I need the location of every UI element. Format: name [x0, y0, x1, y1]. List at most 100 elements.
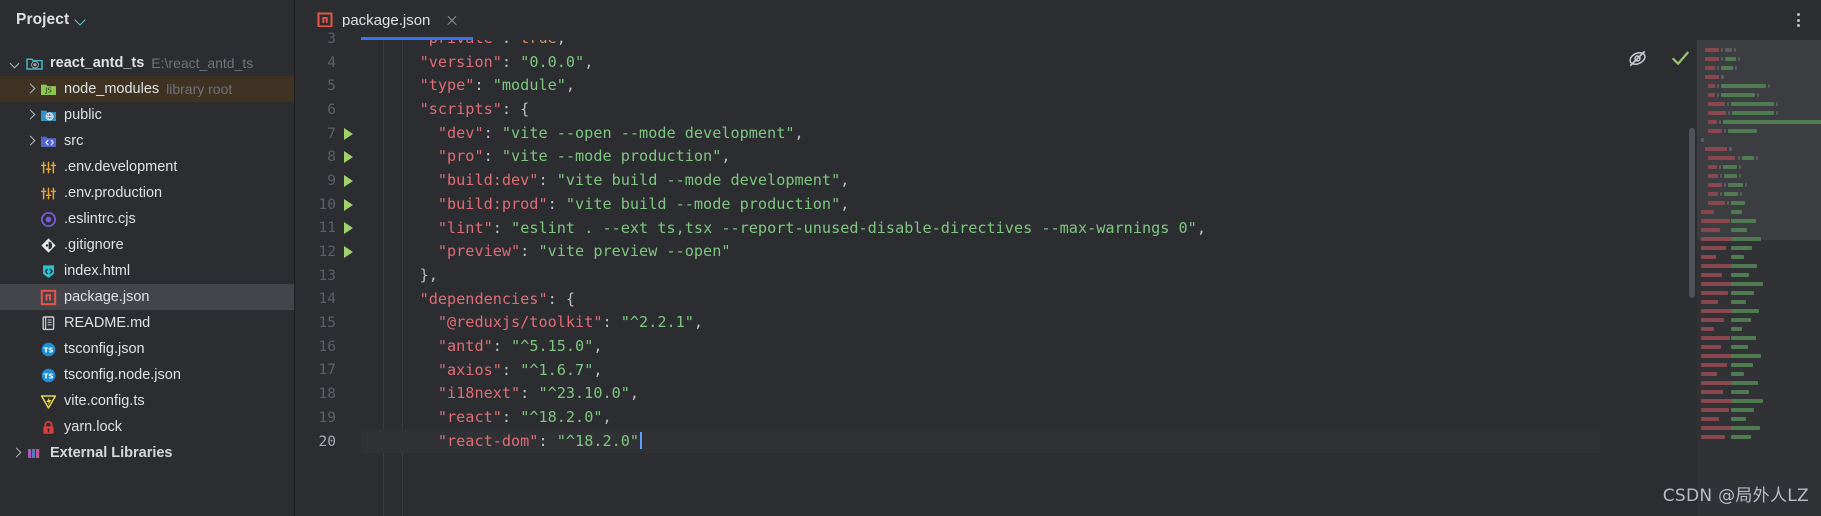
- minimap-token: [1731, 237, 1761, 241]
- minimap-token: [1726, 102, 1729, 106]
- minimap-token: [1721, 84, 1767, 88]
- line-number-gutter: 3 4 5 6 7 8 9 10 11 12 13 14 15 16 17 18 19 20: [295, 27, 361, 516]
- tree-item-label: public: [64, 107, 102, 123]
- gutter-line[interactable]: 13: [295, 264, 361, 288]
- minimap-token: [1776, 102, 1779, 106]
- project-tool-window-header[interactable]: Project: [0, 0, 294, 40]
- tree-item--env-production[interactable]: .env.production: [0, 180, 294, 206]
- code-token: "build:prod": [437, 194, 548, 213]
- run-script-icon[interactable]: [343, 174, 355, 187]
- chevron-right-icon[interactable]: [22, 133, 38, 149]
- tree-item-external-libraries[interactable]: External Libraries: [0, 440, 294, 466]
- tree-item-index-html[interactable]: index.html: [0, 258, 294, 284]
- code-token: ,: [794, 123, 804, 142]
- svg-text:JS: JS: [44, 86, 52, 94]
- gutter-line[interactable]: 14: [295, 288, 361, 312]
- gutter-line[interactable]: 4: [295, 51, 361, 75]
- typescript-file-icon: TS: [40, 367, 57, 384]
- gutter-line[interactable]: 19: [295, 406, 361, 430]
- chevron-right-icon[interactable]: [22, 107, 38, 123]
- minimap-token: [1701, 291, 1729, 295]
- minimap-token: [1705, 75, 1720, 79]
- gutter-line[interactable]: 20: [295, 430, 361, 454]
- minimap-token: [1707, 174, 1719, 178]
- run-script-icon[interactable]: [343, 198, 355, 211]
- chevron-right-icon[interactable]: [8, 445, 24, 461]
- gutter-line[interactable]: 8: [295, 145, 361, 169]
- kebab-menu-icon[interactable]: [1789, 11, 1807, 29]
- vertical-scrollbar[interactable]: [1689, 128, 1695, 298]
- code-token: :: [547, 194, 566, 213]
- tree-item-label: .env.production: [64, 185, 163, 201]
- gutter-line[interactable]: 11: [295, 217, 361, 241]
- run-script-icon[interactable]: [343, 127, 355, 140]
- check-icon[interactable]: [1670, 48, 1691, 69]
- tree-item-package-json[interactable]: package.json: [0, 284, 294, 310]
- code-token: "vite build --mode development": [556, 171, 841, 190]
- code-token: :: [520, 242, 539, 261]
- gutter-spacer: [343, 317, 355, 329]
- minimap-token: [1731, 372, 1745, 376]
- tree-item-tsconfig-json[interactable]: TS tsconfig.json: [0, 336, 294, 362]
- chevron-down-icon[interactable]: [76, 15, 87, 26]
- code-token: "dependencies": [419, 289, 548, 308]
- code-token: ,: [721, 147, 731, 166]
- tree-item-vite-config-ts[interactable]: vite.config.ts: [0, 388, 294, 414]
- minimap-token: [1701, 138, 1705, 142]
- tree-item-react-antd-ts[interactable]: react_antd_ts E:\react_antd_ts: [0, 50, 294, 76]
- gutter-line[interactable]: 17: [295, 359, 361, 383]
- tree-item-tsconfig-node-json[interactable]: TS tsconfig.node.json: [0, 362, 294, 388]
- tree-item-node-modules[interactable]: JS node_modules library root: [0, 76, 294, 102]
- tree-item--gitignore[interactable]: .gitignore: [0, 232, 294, 258]
- code-token: "pro": [437, 147, 484, 166]
- chevron-right-icon[interactable]: [22, 81, 38, 97]
- node-folder-icon: JS: [40, 81, 57, 98]
- minimap-token: [1701, 435, 1725, 439]
- tree-item-public[interactable]: public: [0, 102, 294, 128]
- code-token: "type": [419, 76, 475, 95]
- gutter-line[interactable]: 10: [295, 193, 361, 217]
- minimap-token: [1701, 381, 1733, 385]
- gutter-line[interactable]: 5: [295, 74, 361, 98]
- line-number: 3: [327, 30, 336, 47]
- code-minimap[interactable]: [1697, 40, 1821, 516]
- code-token: "private": [420, 40, 502, 47]
- run-script-icon[interactable]: [343, 222, 355, 235]
- tree-item-label: tsconfig.node.json: [64, 367, 181, 383]
- gutter-line[interactable]: 3: [295, 27, 361, 51]
- tree-item--env-development[interactable]: .env.development: [0, 154, 294, 180]
- eye-off-icon[interactable]: [1627, 48, 1648, 69]
- code-token: :: [501, 360, 521, 379]
- minimap-token: [1731, 426, 1760, 430]
- run-script-icon[interactable]: [343, 246, 355, 259]
- line-number: 16: [318, 338, 336, 355]
- chevron-down-icon[interactable]: [8, 55, 24, 71]
- minimap-token: [1723, 129, 1726, 133]
- minimap-token: [1731, 417, 1747, 421]
- gutter-line[interactable]: 16: [295, 335, 361, 359]
- code-token: "module": [492, 76, 566, 95]
- gutter-line[interactable]: 9: [295, 169, 361, 193]
- close-icon[interactable]: [445, 13, 459, 27]
- tree-item-readme-md[interactable]: README.md: [0, 310, 294, 336]
- gutter-line[interactable]: 15: [295, 311, 361, 335]
- run-script-icon[interactable]: [343, 151, 355, 164]
- tree-item-src[interactable]: src: [0, 128, 294, 154]
- ide-window: Project react_antd_ts E:\react_antd_ts JS n…: [0, 0, 1821, 516]
- gutter-line[interactable]: 6: [295, 98, 361, 122]
- gutter-line[interactable]: 18: [295, 382, 361, 406]
- minimap-token: [1701, 327, 1715, 331]
- minimap-viewport[interactable]: [1697, 40, 1821, 240]
- tree-item-yarn-lock[interactable]: yarn.lock: [0, 414, 294, 440]
- gutter-spacer: [343, 33, 355, 45]
- html-file-icon: [40, 263, 57, 280]
- gutter-line[interactable]: 12: [295, 240, 361, 264]
- minimap-token: [1701, 336, 1731, 340]
- gutter-line[interactable]: 7: [295, 122, 361, 146]
- tree-item--eslintrc-cjs[interactable]: .eslintrc.cjs: [0, 206, 294, 232]
- svg-text:TS: TS: [43, 371, 53, 380]
